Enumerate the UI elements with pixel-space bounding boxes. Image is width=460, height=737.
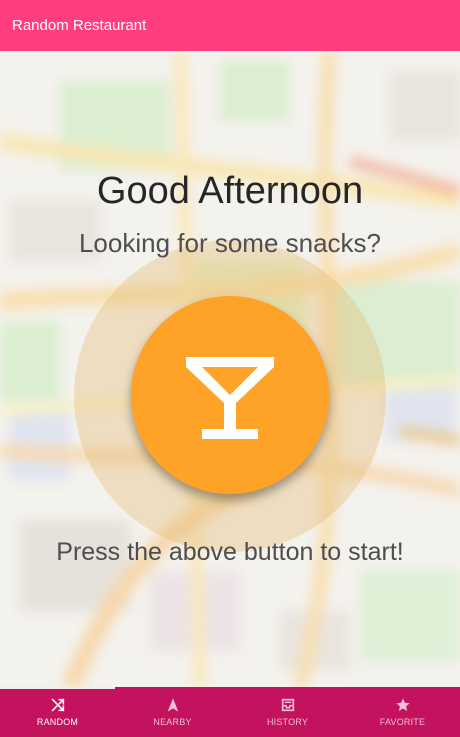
start-hint: Press the above button to start!: [56, 538, 404, 566]
star-icon: [395, 698, 410, 711]
bottom-navigation: RANDOM NEARBY HISTORY FAVORITE: [0, 687, 460, 737]
app-screen: Random Restaurant Good Afternoon Looking…: [0, 0, 460, 737]
app-title: Random Restaurant: [12, 17, 147, 34]
greeting-subtitle: Looking for some snacks?: [78, 228, 382, 258]
greeting-heading: Good Afternoon: [96, 170, 364, 212]
cocktail-glass-icon: [186, 357, 274, 439]
nav-item-nearby[interactable]: NEARBY: [115, 687, 230, 737]
shuffle-icon: [51, 698, 64, 712]
nav-item-favorite[interactable]: FAVORITE: [345, 687, 460, 737]
navigation-arrow-icon: [167, 698, 178, 712]
nav-label-nearby: NEARBY: [153, 717, 192, 727]
inbox-icon: [281, 698, 294, 712]
app-bar: Random Restaurant: [0, 0, 460, 51]
random-start-button[interactable]: [131, 296, 329, 494]
nav-label-random: RANDOM: [36, 717, 79, 727]
nav-item-random[interactable]: RANDOM: [0, 687, 115, 737]
nav-label-history: HISTORY: [266, 717, 309, 727]
nav-item-history[interactable]: HISTORY: [230, 687, 345, 737]
nav-label-favorite: FAVORITE: [379, 717, 426, 727]
